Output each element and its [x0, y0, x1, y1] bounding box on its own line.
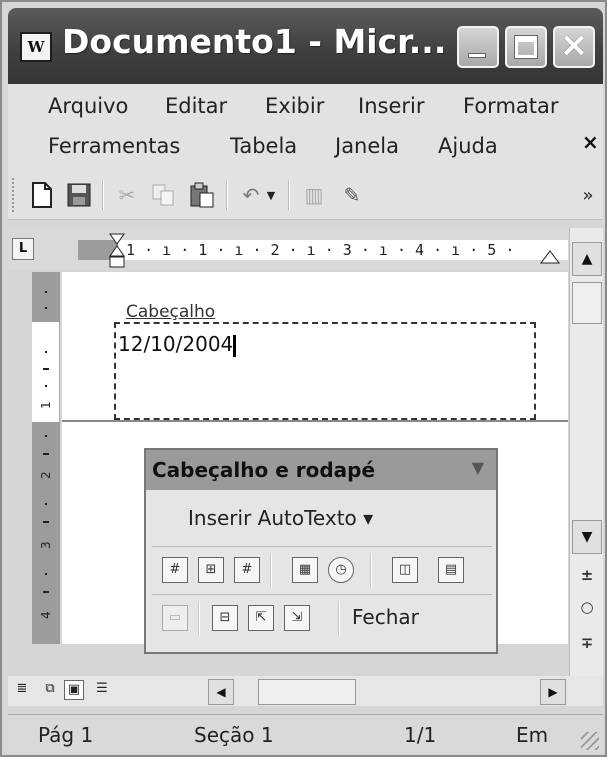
- show-previous-icon[interactable]: ⇱: [248, 605, 274, 631]
- toolbar-separator: [338, 601, 340, 635]
- status-page: Pág 1: [38, 723, 94, 747]
- show-next-icon[interactable]: ⇲: [284, 605, 310, 631]
- status-section: Seção 1: [194, 723, 274, 747]
- horizontal-ruler-row: L · 1 · ı · 1 · ı · 2 · ı · 3 · ı · 4 · …: [8, 228, 569, 270]
- ruler-scale: · 1 · ı · 1 · ı · 2 · ı · 3 · ı · 4 · ı …: [108, 241, 515, 259]
- new-document-icon[interactable]: [30, 182, 54, 208]
- insert-autotext-button[interactable]: Inserir AutoTexto ▾: [188, 506, 373, 530]
- horizontal-scroll-thumb[interactable]: [258, 679, 356, 705]
- status-bar: Pág 1 Seção 1 1/1 Em: [8, 714, 603, 754]
- status-page-count: 1/1: [404, 723, 437, 747]
- svg-text:2: 2: [39, 471, 53, 479]
- menu-bar: Arquivo Editar Exibir Inserir Formatar F…: [8, 84, 603, 170]
- status-position: Em: [516, 723, 549, 747]
- switch-header-footer-icon[interactable]: ⊟: [212, 605, 238, 631]
- window-title: Documento1 - Micr...: [62, 22, 447, 61]
- scroll-down-button[interactable]: ▼: [572, 520, 602, 554]
- svg-text:4: 4: [39, 611, 53, 619]
- standard-toolbar: ✂ ↶ ▼ ▥ ✎ »: [8, 170, 603, 220]
- menu-ferramentas[interactable]: Ferramentas: [48, 134, 180, 158]
- scroll-right-button[interactable]: ▶: [540, 679, 566, 705]
- toolbar-row-1: # ⊞ # ▦ ◷ ◫ ▤: [152, 546, 492, 590]
- menu-arquivo[interactable]: Arquivo: [48, 94, 128, 118]
- header-date-text: 12/10/2004: [118, 332, 234, 356]
- columns-icon[interactable]: ▥: [300, 182, 328, 208]
- page-number-icon[interactable]: #: [162, 557, 188, 583]
- close-header-footer-button[interactable]: Fechar: [352, 605, 419, 629]
- toolbar-separator: [198, 601, 200, 635]
- vertical-ruler[interactable]: 1 2 3 4: [32, 272, 60, 644]
- normal-view-icon[interactable]: ≣: [12, 680, 32, 700]
- format-page-number-icon[interactable]: #: [234, 557, 260, 583]
- maximize-button[interactable]: [505, 26, 547, 68]
- undo-icon[interactable]: ↶: [238, 182, 264, 208]
- menu-janela[interactable]: Janela: [335, 134, 399, 158]
- word-app-icon[interactable]: W: [20, 32, 52, 62]
- next-page-icon[interactable]: ∓: [570, 634, 604, 652]
- page-setup-icon[interactable]: ◫: [392, 557, 418, 583]
- save-icon[interactable]: [66, 182, 92, 208]
- toolbar-row-2: ▭ ⊟ ⇱ ⇲ Fechar: [152, 594, 492, 638]
- minimize-icon: [468, 53, 486, 58]
- same-as-previous-icon[interactable]: ▭: [162, 605, 188, 631]
- scroll-up-button[interactable]: ▲: [572, 242, 602, 276]
- menu-tabela[interactable]: Tabela: [230, 134, 297, 158]
- toolbar-separator: [102, 180, 104, 210]
- right-indent-marker-icon[interactable]: [540, 250, 560, 264]
- indent-marker-icon[interactable]: [108, 232, 126, 270]
- print-layout-view-icon[interactable]: ▣: [64, 680, 84, 700]
- page-edge-line: [62, 420, 568, 422]
- browse-object-icon[interactable]: ○: [570, 598, 604, 616]
- menu-ajuda[interactable]: Ajuda: [438, 134, 498, 158]
- header-footer-toolbar: Cabeçalho e rodapé ▼ Inserir AutoTexto ▾…: [144, 448, 498, 654]
- menu-exibir[interactable]: Exibir: [265, 94, 324, 118]
- toolbar-separator: [370, 553, 372, 587]
- menu-inserir[interactable]: Inserir: [358, 94, 424, 118]
- horizontal-ruler[interactable]: · 1 · ı · 1 · ı · 2 · ı · 3 · ı · 4 · ı …: [78, 240, 568, 260]
- header-label: Cabeçalho: [122, 302, 220, 322]
- outline-view-icon[interactable]: ☰: [92, 680, 112, 700]
- view-and-scroll-row: ≣ ⧉ ▣ ☰ ◀ ▶: [8, 676, 603, 706]
- tab-selector[interactable]: L: [12, 238, 34, 260]
- toolbar-title: Cabeçalho e rodapé: [152, 458, 376, 482]
- drawing-icon[interactable]: ✎: [338, 182, 366, 208]
- toolbar-options-icon[interactable]: ▼: [472, 458, 484, 477]
- svg-text:3: 3: [39, 541, 53, 549]
- close-button[interactable]: ×: [553, 25, 595, 68]
- toolbar-separator: [226, 180, 228, 210]
- previous-page-icon[interactable]: ±: [570, 566, 604, 584]
- paste-icon[interactable]: [188, 182, 216, 208]
- resize-grip[interactable]: [581, 732, 599, 750]
- insert-time-icon[interactable]: ◷: [328, 557, 354, 583]
- close-icon: ×: [559, 25, 589, 65]
- menu-formatar[interactable]: Formatar: [463, 94, 559, 118]
- web-layout-view-icon[interactable]: ⧉: [40, 680, 60, 700]
- toolbar-grip[interactable]: [12, 178, 16, 212]
- scroll-left-button[interactable]: ◀: [208, 679, 234, 705]
- word-window: W Documento1 - Micr... × Arquivo Editar …: [0, 0, 607, 757]
- title-bar[interactable]: W Documento1 - Micr... ×: [8, 8, 603, 84]
- svg-text:1: 1: [39, 401, 53, 409]
- minimize-button[interactable]: [457, 26, 499, 68]
- toolbar-overflow-icon[interactable]: »: [578, 182, 598, 208]
- scroll-thumb[interactable]: [572, 282, 602, 324]
- toolbar-separator: [288, 180, 290, 210]
- show-hide-text-icon[interactable]: ▤: [438, 557, 464, 583]
- header-text[interactable]: 12/10/2004: [118, 332, 237, 357]
- vertical-scrollbar[interactable]: ▲ ▼ ± ○ ∓: [569, 228, 603, 676]
- cut-icon[interactable]: ✂: [114, 182, 140, 208]
- maximize-icon: [514, 35, 538, 59]
- toolbar-separator: [270, 553, 272, 587]
- close-document-icon[interactable]: ×: [582, 130, 599, 154]
- insert-date-icon[interactable]: ▦: [292, 557, 318, 583]
- ruler-ticks: 1 2 3 4: [39, 291, 53, 619]
- menu-editar[interactable]: Editar: [165, 94, 227, 118]
- text-cursor: [233, 334, 237, 357]
- undo-dropdown-icon[interactable]: ▼: [264, 182, 278, 208]
- number-of-pages-icon[interactable]: ⊞: [198, 557, 224, 583]
- toolbar-title-bar[interactable]: Cabeçalho e rodapé ▼: [146, 450, 496, 490]
- copy-icon[interactable]: [150, 182, 178, 208]
